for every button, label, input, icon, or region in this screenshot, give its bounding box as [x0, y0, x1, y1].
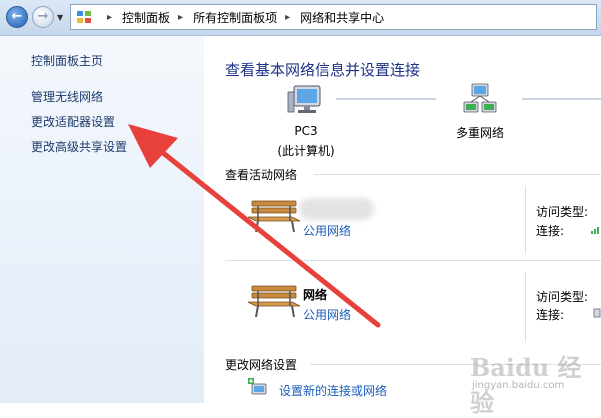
watermark-subtext: jingyan.baidu.com [472, 380, 565, 391]
watermark: Baidu 经验 jingyan.baidu.com [470, 348, 595, 417]
annotation-arrow [128, 124, 381, 328]
